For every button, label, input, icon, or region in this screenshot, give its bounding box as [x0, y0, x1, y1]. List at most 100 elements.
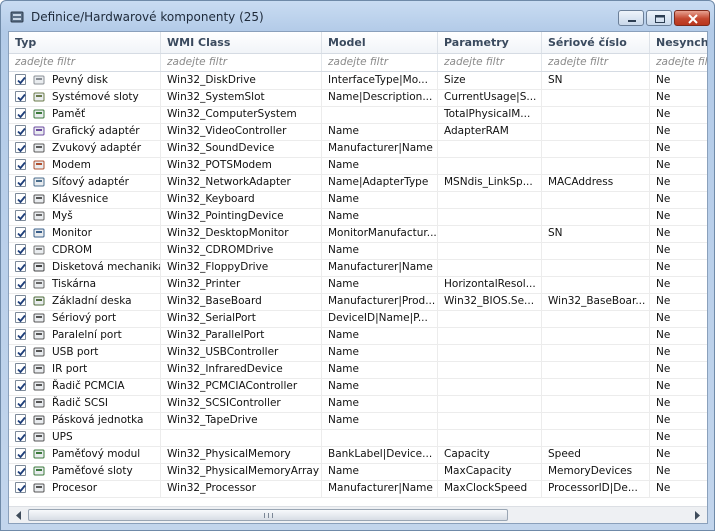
row-checkbox[interactable]	[15, 295, 26, 306]
cell-parametry	[438, 157, 542, 174]
check-icon	[17, 484, 26, 493]
cell-nesynchro: Ne	[656, 414, 671, 426]
table-row[interactable]: Pevný disk Win32_DiskDrive InterfaceType|M…	[9, 72, 707, 90]
maximize-button[interactable]	[646, 10, 672, 26]
table-row[interactable]: CDROM Win32_CDROMDrive Name Ne	[9, 242, 707, 260]
cell-seriove-cislo	[542, 276, 650, 293]
modem-icon	[32, 158, 46, 172]
row-checkbox[interactable]	[15, 380, 26, 391]
cell-typ: Monitor	[9, 225, 161, 242]
cell-nesynchro: Ne	[656, 125, 671, 137]
row-checkbox[interactable]	[15, 397, 26, 408]
column-header-typ[interactable]: Typ	[9, 32, 161, 53]
cell-seriove-cislo: SN	[542, 225, 650, 242]
row-checkbox[interactable]	[15, 261, 26, 272]
cell-parametry	[438, 412, 542, 429]
row-checkbox[interactable]	[15, 125, 26, 136]
table-row[interactable]: Myš Win32_PointingDevice Name Ne	[9, 208, 707, 226]
row-checkbox[interactable]	[15, 278, 26, 289]
column-header-wmi-class[interactable]: WMI Class	[161, 32, 322, 53]
row-checkbox[interactable]	[15, 74, 26, 85]
column-header-seriove-cislo[interactable]: Sériové číslo	[542, 32, 650, 53]
row-checkbox[interactable]	[15, 312, 26, 323]
filter-input-parametry[interactable]: zadejte filtr	[438, 54, 542, 71]
table-row[interactable]: Monitor Win32_DesktopMonitor MonitorManufa…	[9, 225, 707, 243]
cell-model: InterfaceType|Mo...	[322, 72, 438, 89]
row-checkbox[interactable]	[15, 227, 26, 238]
check-icon	[17, 246, 26, 255]
row-checkbox[interactable]	[15, 346, 26, 357]
app-window: Definice/Hardwarové komponenty (25) Typ …	[0, 0, 715, 531]
table-row[interactable]: Klávesnice Win32_Keyboard Name Ne	[9, 191, 707, 209]
check-icon	[17, 178, 26, 187]
filter-input-typ[interactable]: zadejte filtr	[9, 54, 161, 71]
row-checkbox[interactable]	[15, 108, 26, 119]
column-header-nesynchro[interactable]: Nesynchro	[650, 32, 707, 53]
row-checkbox[interactable]	[15, 244, 26, 255]
cell-seriove-cislo: ProcessorID|De...	[542, 480, 650, 497]
cell-typ: Zvukový adaptér	[9, 140, 161, 157]
mouse-icon	[32, 209, 46, 223]
cell-model: Name	[322, 327, 438, 344]
check-icon	[17, 127, 26, 136]
row-checkbox[interactable]	[15, 176, 26, 187]
row-checkbox[interactable]	[15, 448, 26, 459]
table-row[interactable]: Zvukový adaptér Win32_SoundDevice Manufact…	[9, 140, 707, 158]
table-row[interactable]: Základní deska Win32_BaseBoard Manufacture…	[9, 293, 707, 311]
table-row[interactable]: Grafický adaptér Win32_VideoController Nam…	[9, 123, 707, 141]
table-row[interactable]: USB port Win32_USBController Name Ne	[9, 344, 707, 362]
row-checkbox[interactable]	[15, 193, 26, 204]
row-checkbox[interactable]	[15, 142, 26, 153]
row-type-label: Řadič PCMCIA	[52, 380, 125, 392]
scroll-right-button[interactable]	[689, 508, 705, 523]
table-row[interactable]: UPS Ne	[9, 429, 707, 447]
row-checkbox[interactable]	[15, 431, 26, 442]
column-header-model[interactable]: Model	[322, 32, 438, 53]
horizontal-scrollbar[interactable]	[9, 506, 707, 523]
table-row[interactable]: Sériový port Win32_SerialPort DeviceID|Nam…	[9, 310, 707, 328]
cell-wmi-class: Win32_DiskDrive	[161, 72, 322, 89]
row-checkbox[interactable]	[15, 210, 26, 221]
table-row[interactable]: Systémové sloty Win32_SystemSlot Name|Desc…	[9, 89, 707, 107]
cell-nesynchro: Ne	[656, 261, 671, 273]
row-checkbox[interactable]	[15, 482, 26, 493]
filter-input-seriove-cislo[interactable]: zadejte filtr	[542, 54, 650, 71]
filter-input-model[interactable]: zadejte filtr	[322, 54, 438, 71]
scroll-left-button[interactable]	[11, 508, 27, 523]
row-type-label: Grafický adaptér	[52, 125, 140, 137]
row-checkbox[interactable]	[15, 329, 26, 340]
cell-parametry	[438, 378, 542, 395]
cell-wmi-class: Win32_NetworkAdapter	[161, 174, 322, 191]
table-row[interactable]: Řadič SCSI Win32_SCSIController Name Ne	[9, 395, 707, 413]
scrollbar-thumb[interactable]	[28, 509, 508, 521]
row-checkbox[interactable]	[15, 363, 26, 374]
title-bar[interactable]: Definice/Hardwarové komponenty (25)	[1, 1, 714, 31]
column-header-parametry[interactable]: Parametry	[438, 32, 542, 53]
row-checkbox[interactable]	[15, 159, 26, 170]
table-row[interactable]: Modem Win32_POTSModem Name Ne	[9, 157, 707, 175]
table-row[interactable]: Paměťové sloty Win32_PhysicalMemoryArray N…	[9, 463, 707, 481]
table-row[interactable]: Pásková jednotka Win32_TapeDrive Name Ne	[9, 412, 707, 430]
table-row[interactable]: Paralelní port Win32_ParallelPort Name Ne	[9, 327, 707, 345]
row-type-label: UPS	[52, 431, 73, 443]
table-row[interactable]: Paměťový modul Win32_PhysicalMemory BankLa…	[9, 446, 707, 464]
maximize-icon	[655, 15, 665, 23]
row-type-label: CDROM	[52, 244, 93, 256]
table-row[interactable]: Tiskárna Win32_Printer Name HorizontalResol…	[9, 276, 707, 294]
row-checkbox[interactable]	[15, 91, 26, 102]
row-checkbox[interactable]	[15, 414, 26, 425]
cell-parametry	[438, 361, 542, 378]
table-row[interactable]: Paměť Win32_ComputerSystem TotalPhysicalM.…	[9, 106, 707, 124]
cell-parametry	[438, 310, 542, 327]
table-row[interactable]: Řadič PCMCIA Win32_PCMCIAController Name Ne	[9, 378, 707, 396]
filter-input-nesynchro[interactable]: zadejte filtr	[650, 54, 707, 71]
table-row[interactable]: Síťový adaptér Win32_NetworkAdapter Name|A…	[9, 174, 707, 192]
table-row[interactable]: IR port Win32_InfraredDevice Name Ne	[9, 361, 707, 379]
filter-input-wmi-class[interactable]: zadejte filtr	[161, 54, 322, 71]
close-button[interactable]	[674, 10, 710, 26]
table-row[interactable]: Procesor Win32_Processor Manufacturer|Name…	[9, 480, 707, 498]
cell-model: Name	[322, 208, 438, 225]
row-checkbox[interactable]	[15, 465, 26, 476]
minimize-button[interactable]	[618, 10, 644, 26]
table-row[interactable]: Disketová mechanika Win32_FloppyDrive Manu…	[9, 259, 707, 277]
